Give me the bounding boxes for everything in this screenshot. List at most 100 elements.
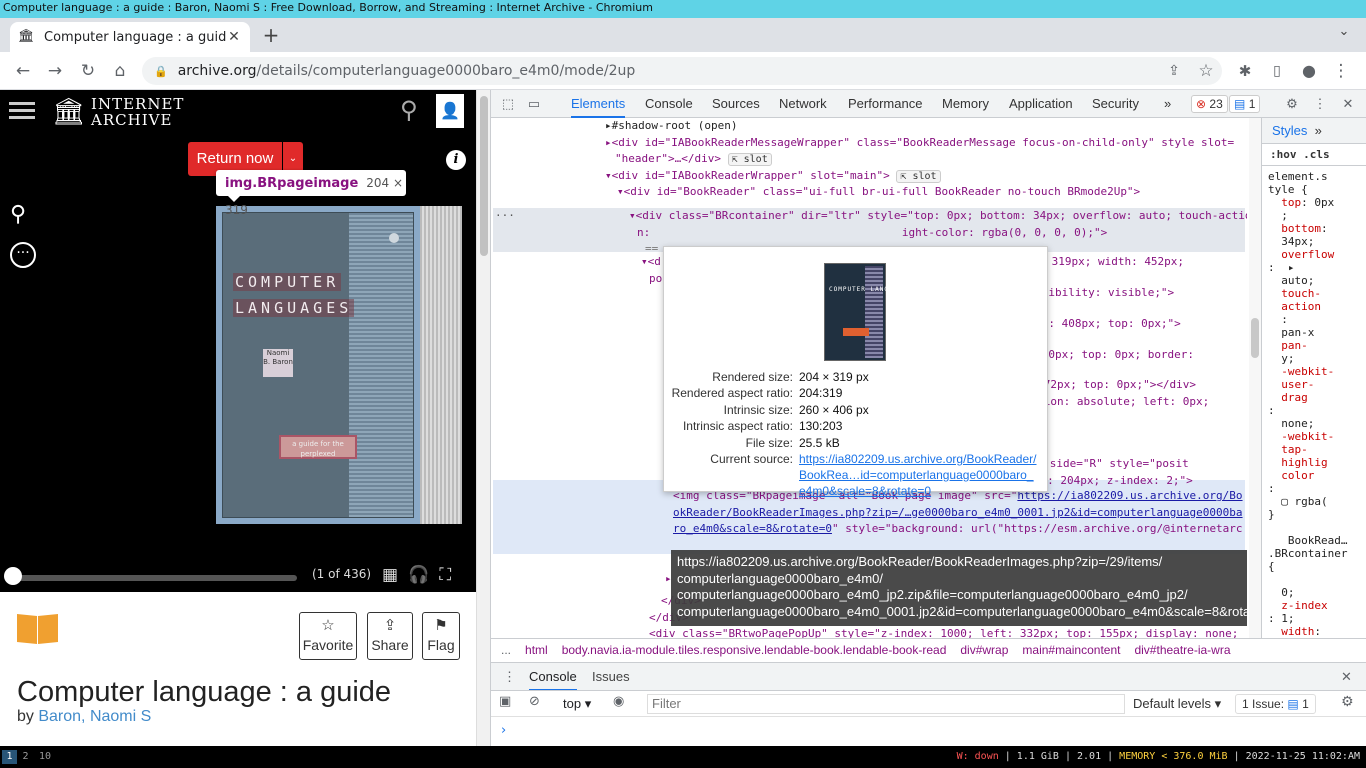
tab-search-chevron-icon[interactable]: ⌄ (1334, 24, 1354, 44)
page-scrollbar[interactable] (476, 90, 490, 746)
styles-tab[interactable]: Styles (1272, 123, 1307, 138)
slot-badge[interactable]: ⇱ slot (896, 169, 941, 183)
extensions-puzzle-icon[interactable]: ✱ (1232, 59, 1258, 83)
dom-node[interactable]: ▾<div id="IABookReaderWrapper" slot="mai… (605, 169, 890, 182)
open-book-icon (17, 613, 59, 645)
elements-scrollbar[interactable] (1249, 118, 1261, 638)
more-options-icon[interactable]: ··· (10, 242, 36, 268)
tab-memory[interactable]: Memory (942, 90, 989, 118)
log-levels-dropdown[interactable]: Default levels ▾ (1133, 694, 1221, 714)
drawer-tab-console[interactable]: Console (529, 663, 577, 691)
info-icon[interactable]: i (446, 150, 466, 170)
drawer-tab-issues[interactable]: Issues (592, 663, 630, 691)
search-icon[interactable]: ⚲ (400, 96, 418, 124)
browser-tab[interactable]: 🏛 Computer language : a guid ✕ (10, 22, 250, 52)
tab-performance[interactable]: Performance (848, 90, 922, 118)
context-selector[interactable]: top ▾ (563, 694, 591, 714)
dom-node[interactable]: <div class="BRtwoPagePopUp" style="z-ind… (649, 626, 1238, 638)
style-rule-line: 34px; (1268, 235, 1315, 248)
device-toolbar-icon[interactable]: ▭ (525, 95, 543, 113)
tab-application[interactable]: Application (1009, 90, 1073, 118)
img-src-link-continued[interactable]: okReader/BookReaderImages.php?zip=/…ge00… (673, 505, 1243, 522)
logo-line-2: ARCHIVE (91, 111, 173, 129)
error-count-badge[interactable]: ⊗ 23 (1191, 95, 1228, 113)
styles-more-button[interactable]: » (1315, 123, 1322, 138)
breadcrumb-more[interactable]: ... (501, 643, 511, 657)
drawer-menu-icon[interactable]: ⋮ (503, 663, 516, 691)
breadcrumb-item[interactable]: body.navia.ia-module.tiles.responsive.le… (562, 643, 947, 657)
image-preview-thumbnail: COMPUTER LANGUAGES (824, 263, 911, 361)
reload-icon[interactable]: ↻ (75, 59, 101, 83)
url-path: /details/computerlanguage0000baro_e4m0/m… (256, 63, 636, 79)
workspace-2[interactable]: 2 (18, 750, 33, 764)
style-rule-line: drag (1281, 391, 1308, 404)
read-aloud-headphones-icon[interactable]: 🎧 (408, 565, 439, 585)
more-tabs-button[interactable]: » (1164, 90, 1171, 118)
favorite-button[interactable]: ☆ Favorite (299, 612, 357, 660)
close-drawer-icon[interactable]: ✕ (1341, 663, 1352, 691)
settings-gear-icon[interactable]: ⚙ (1283, 95, 1301, 113)
issues-counter-button[interactable]: 1 Issue: ▤ 1 (1235, 694, 1316, 714)
profile-avatar-icon[interactable]: ● (1296, 59, 1322, 83)
inspect-element-icon[interactable]: ⬚ (499, 95, 517, 113)
address-bar[interactable]: 🔒 archive.org/details/computerlanguage00… (142, 57, 1222, 85)
book-search-icon[interactable]: ⚲ (10, 202, 26, 227)
flag-button[interactable]: ⚑ Flag (422, 612, 460, 660)
tab-network[interactable]: Network (779, 90, 827, 118)
sidebar-toggle-icon[interactable]: ▣ (499, 694, 511, 709)
tab-close-icon[interactable]: ✕ (226, 29, 242, 45)
share-button[interactable]: ⇪ Share (367, 612, 413, 660)
new-tab-button[interactable]: + (258, 23, 284, 49)
slot-badge[interactable]: ⇱ slot (727, 153, 772, 166)
back-arrow-icon[interactable]: ← (10, 59, 36, 83)
tab-sources[interactable]: Sources (712, 90, 760, 118)
tab-security[interactable]: Security (1092, 90, 1139, 118)
dom-node[interactable]: ▸<div id="IABookReaderMessageWrapper" cl… (605, 135, 1234, 152)
breadcrumb-item[interactable]: div#theatre-ia-wra (1134, 643, 1230, 657)
side-panel-icon[interactable]: ▯ (1264, 59, 1290, 83)
breadcrumb-item[interactable]: main#maincontent (1022, 643, 1120, 657)
dom-node[interactable]: ▸#shadow-root (open) (605, 118, 737, 135)
share-icon[interactable]: ⇪ (1161, 59, 1187, 83)
forward-arrow-icon[interactable]: → (42, 59, 68, 83)
clear-console-icon[interactable]: ⊘ (529, 694, 540, 709)
dom-node[interactable]: ▾<div id="BookReader" class="ui-full br-… (617, 184, 1140, 201)
breadcrumb-item[interactable]: html (525, 643, 548, 657)
page-slider-track[interactable] (12, 575, 297, 581)
console-settings-gear-icon[interactable]: ⚙ (1341, 694, 1354, 710)
tab-elements[interactable]: Elements (571, 90, 626, 118)
user-account-icon[interactable]: 👤 (436, 94, 464, 128)
dom-node[interactable]: "header">…</div> (615, 152, 721, 165)
node-ellipsis[interactable]: ··· (495, 208, 515, 225)
home-icon[interactable]: ⌂ (107, 59, 133, 83)
img-src-link-end[interactable]: ro_e4m0&scale=8&rotate=0 (673, 522, 832, 535)
current-source-link[interactable]: https://ia802209.us.archive.org/BookRead… (799, 451, 1039, 499)
bookmark-star-icon[interactable]: ☆ (1193, 59, 1219, 83)
internet-archive-logo[interactable]: 🏛 INTERNET ARCHIVE (52, 95, 184, 129)
workspace-1[interactable]: 1 (2, 750, 17, 764)
img-src-link[interactable]: https://ia802209.us.archive.org/Bo (1017, 489, 1242, 502)
console-prompt[interactable]: › (491, 716, 1366, 746)
devtools-menu-icon[interactable]: ⋮ (1311, 95, 1329, 113)
hamburger-menu-icon[interactable] (9, 98, 35, 122)
workspace-10[interactable]: 10 (35, 750, 55, 764)
url-host: archive.org (177, 63, 257, 79)
fullscreen-icon[interactable]: ⛶ (439, 565, 461, 585)
tab-console[interactable]: Console (645, 90, 693, 118)
tab-strip: 🏛 Computer language : a guid ✕ + ⌄ (0, 18, 1366, 52)
popup-key: Rendered size: (712, 370, 793, 384)
book-cover-page[interactable]: COMPUTER LANGUAGES Naomi B. Baron a guid… (222, 212, 414, 518)
message-count-badge[interactable]: ▤ 1 (1229, 95, 1261, 113)
styles-filter-buttons[interactable]: :hov .cls (1262, 144, 1366, 166)
view-grid-icon[interactable]: ▦ (382, 565, 408, 585)
browser-menu-icon[interactable]: ⋮ (1328, 59, 1354, 83)
console-filter-input[interactable]: Filter (647, 694, 1125, 714)
style-rule-line: : ▸ (1268, 261, 1295, 274)
breadcrumb-item[interactable]: div#wrap (960, 643, 1008, 657)
author-link[interactable]: Baron, Naomi S (38, 708, 151, 725)
live-expression-eye-icon[interactable]: ◉ (613, 694, 624, 709)
close-devtools-icon[interactable]: ✕ (1339, 95, 1357, 113)
page-slider-handle[interactable] (4, 567, 22, 585)
cover-author: Naomi B. Baron (263, 349, 293, 377)
dom-node-selected[interactable]: ▾<div class="BRcontainer" dir="ltr" styl… (629, 208, 1247, 225)
